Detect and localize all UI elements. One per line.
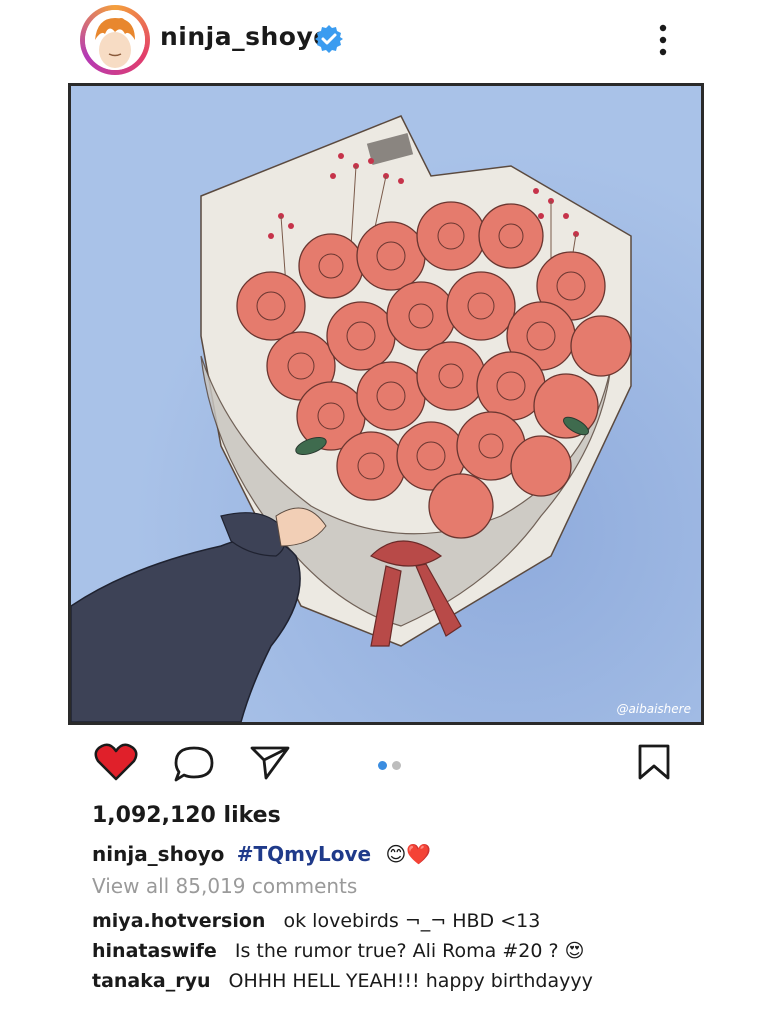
comment-row: tanaka_ryu OHHH HELL YEAH!!! happy birth… xyxy=(92,970,593,992)
carousel-dot-active[interactable] xyxy=(378,761,387,770)
likes-count[interactable]: 1,092,120 likes xyxy=(92,803,281,828)
comment-username[interactable]: hinataswife xyxy=(92,940,217,962)
more-vertical-icon[interactable] xyxy=(652,22,674,58)
post-header: ninja_shoyo xyxy=(0,0,768,84)
heart-icon[interactable] xyxy=(94,742,138,782)
comment-username[interactable]: miya.hotversion xyxy=(92,910,265,932)
comment-row: miya.hotversion ok lovebirds ¬_¬ HBD <13 xyxy=(92,910,540,932)
view-all-comments-link[interactable]: View all 85,019 comments xyxy=(92,874,357,898)
caption-emojis: 😊❤️ xyxy=(385,842,432,866)
verified-badge-icon xyxy=(315,25,343,53)
comment-icon[interactable] xyxy=(172,744,216,784)
avatar[interactable] xyxy=(80,5,150,75)
comment-text: Is the rumor true? Ali Roma #20 ? 😍 xyxy=(234,940,585,962)
caption-hashtag[interactable]: #TQmyLove xyxy=(237,842,371,866)
comment-text: OHHH HELL YEAH!!! happy birthdayyy xyxy=(228,970,593,992)
comment-text: ok lovebirds ¬_¬ HBD <13 xyxy=(283,910,541,932)
carousel-indicator xyxy=(378,755,406,774)
carousel-dot[interactable] xyxy=(392,761,401,770)
avatar-image xyxy=(85,10,145,70)
comment-row: hinataswife Is the rumor true? Ali Roma … xyxy=(92,940,584,962)
post-username[interactable]: ninja_shoyo xyxy=(160,22,331,51)
watermark: @aibaishere xyxy=(616,702,691,716)
bookmark-icon[interactable] xyxy=(636,742,672,782)
paper-plane-icon[interactable] xyxy=(248,742,292,782)
caption-username[interactable]: ninja_shoyo xyxy=(92,842,224,866)
bouquet-illustration xyxy=(71,86,701,722)
comment-username[interactable]: tanaka_ryu xyxy=(92,970,211,992)
post-image[interactable]: @aibaishere xyxy=(68,83,704,725)
post-caption: ninja_shoyo #TQmyLove 😊❤️ xyxy=(92,842,431,866)
